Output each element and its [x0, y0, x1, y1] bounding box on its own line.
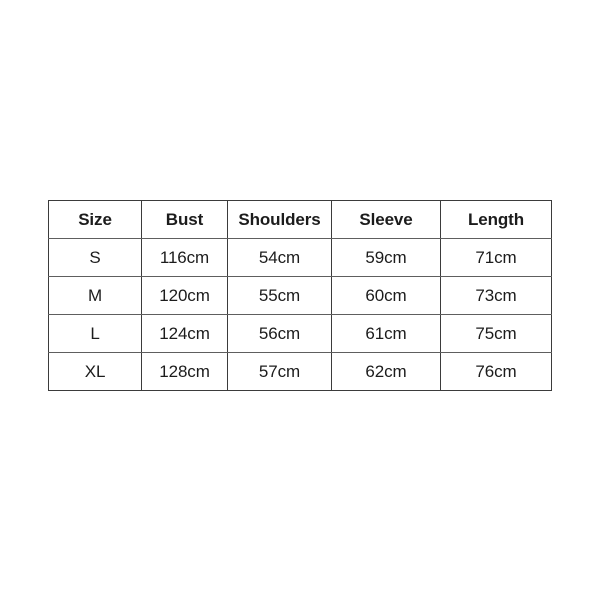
cell-length: 75cm — [440, 314, 552, 353]
size-chart-page: Size Bust Shoulders Sleeve Length S 116c… — [0, 0, 600, 600]
cell-shoulders: 54cm — [227, 238, 332, 277]
column-header-bust: Bust — [141, 200, 228, 239]
cell-length: 71cm — [440, 238, 552, 277]
cell-size: XL — [48, 352, 142, 391]
cell-size: M — [48, 276, 142, 315]
cell-shoulders: 55cm — [227, 276, 332, 315]
cell-shoulders: 57cm — [227, 352, 332, 391]
cell-sleeve: 62cm — [331, 352, 441, 391]
column-header-sleeve: Sleeve — [331, 200, 441, 239]
cell-sleeve: 61cm — [331, 314, 441, 353]
cell-bust: 128cm — [141, 352, 228, 391]
table-header-row: Size Bust Shoulders Sleeve Length — [48, 200, 552, 239]
cell-sleeve: 60cm — [331, 276, 441, 315]
size-chart-container: Size Bust Shoulders Sleeve Length S 116c… — [48, 200, 552, 391]
table-row: M 120cm 55cm 60cm 73cm — [48, 276, 552, 315]
table-row: XL 128cm 57cm 62cm 76cm — [48, 352, 552, 391]
cell-bust: 120cm — [141, 276, 228, 315]
cell-bust: 124cm — [141, 314, 228, 353]
column-header-size: Size — [48, 200, 142, 239]
table-row: S 116cm 54cm 59cm 71cm — [48, 238, 552, 277]
cell-length: 76cm — [440, 352, 552, 391]
cell-sleeve: 59cm — [331, 238, 441, 277]
cell-size: S — [48, 238, 142, 277]
cell-shoulders: 56cm — [227, 314, 332, 353]
cell-size: L — [48, 314, 142, 353]
table-header: Size Bust Shoulders Sleeve Length — [48, 200, 552, 239]
column-header-length: Length — [440, 200, 552, 239]
column-header-shoulders: Shoulders — [227, 200, 332, 239]
size-chart-table: Size Bust Shoulders Sleeve Length S 116c… — [48, 200, 552, 391]
table-body: S 116cm 54cm 59cm 71cm M 120cm 55cm 60cm… — [48, 238, 552, 391]
cell-bust: 116cm — [141, 238, 228, 277]
cell-length: 73cm — [440, 276, 552, 315]
table-row: L 124cm 56cm 61cm 75cm — [48, 314, 552, 353]
